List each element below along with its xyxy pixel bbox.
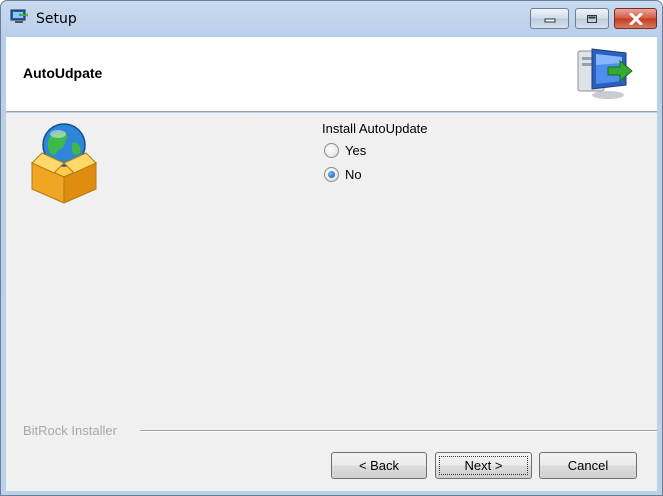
radio-yes-label[interactable]: Yes — [345, 143, 366, 158]
minimize-button[interactable] — [530, 8, 569, 29]
installer-brand: BitRock Installer — [23, 423, 117, 438]
install-autoupdate-label: Install AutoUpdate — [322, 121, 428, 136]
content-area: Install AutoUpdate Yes No BitRock Instal… — [6, 113, 657, 491]
cancel-button[interactable]: Cancel — [539, 452, 637, 479]
setup-window: Setup AutoUdpate Install AutoUpdate Yes … — [0, 0, 663, 496]
close-button[interactable] — [614, 8, 657, 29]
close-icon — [629, 12, 642, 25]
radio-no[interactable] — [324, 167, 339, 182]
radio-option-no[interactable]: No — [324, 167, 362, 182]
radio-no-label[interactable]: No — [345, 167, 362, 182]
radio-option-yes[interactable]: Yes — [324, 143, 366, 158]
page-title: AutoUdpate — [23, 65, 103, 81]
back-button[interactable]: < Back — [331, 452, 427, 479]
next-button[interactable]: Next > — [435, 452, 532, 479]
computer-install-icon — [577, 48, 633, 99]
setup-app-icon — [10, 9, 28, 23]
maximize-icon — [587, 14, 597, 23]
minimize-icon — [544, 18, 555, 22]
page-header: AutoUdpate — [6, 37, 657, 112]
radio-yes[interactable] — [324, 143, 339, 158]
footer-divider — [140, 430, 657, 432]
radio-selected-dot — [328, 171, 335, 178]
window-title: Setup — [36, 11, 77, 27]
globe-in-box-icon — [30, 123, 98, 204]
title-bar[interactable]: Setup — [1, 1, 662, 36]
maximize-button[interactable] — [575, 8, 609, 29]
